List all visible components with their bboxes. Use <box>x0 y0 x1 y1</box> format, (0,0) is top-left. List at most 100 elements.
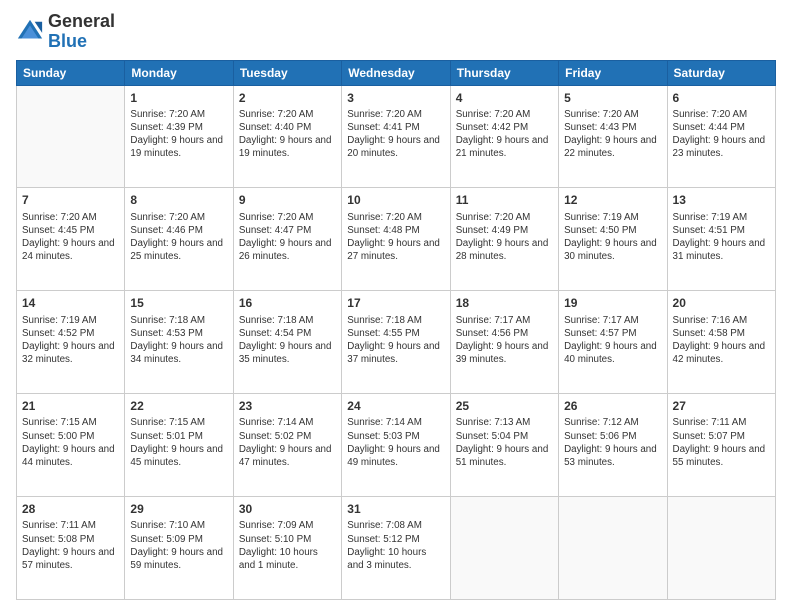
calendar-day-cell: 13 Sunrise: 7:19 AMSunset: 4:51 PMDayligh… <box>667 188 775 291</box>
calendar-day-cell: 28 Sunrise: 7:11 AMSunset: 5:08 PMDayligh… <box>17 497 125 600</box>
day-number: 19 <box>564 295 661 311</box>
day-info: Sunrise: 7:20 AMSunset: 4:46 PMDaylight:… <box>130 211 227 264</box>
calendar-day-cell: 17 Sunrise: 7:18 AMSunset: 4:55 PMDayligh… <box>342 291 450 394</box>
calendar-day-cell: 1 Sunrise: 7:20 AMSunset: 4:39 PMDaylight… <box>125 85 233 188</box>
day-number: 25 <box>456 398 553 414</box>
calendar-day-cell: 20 Sunrise: 7:16 AMSunset: 4:58 PMDayligh… <box>667 291 775 394</box>
day-number: 6 <box>673 90 770 106</box>
day-info: Sunrise: 7:14 AMSunset: 5:03 PMDaylight:… <box>347 416 444 469</box>
calendar-day-cell: 12 Sunrise: 7:19 AMSunset: 4:50 PMDayligh… <box>559 188 667 291</box>
day-info: Sunrise: 7:18 AMSunset: 4:53 PMDaylight:… <box>130 314 227 367</box>
day-info: Sunrise: 7:11 AMSunset: 5:07 PMDaylight:… <box>673 416 770 469</box>
day-info: Sunrise: 7:18 AMSunset: 4:54 PMDaylight:… <box>239 314 336 367</box>
weekday-header-row: SundayMondayTuesdayWednesdayThursdayFrid… <box>17 60 776 85</box>
day-info: Sunrise: 7:19 AMSunset: 4:50 PMDaylight:… <box>564 211 661 264</box>
calendar-week-row: 28 Sunrise: 7:11 AMSunset: 5:08 PMDayligh… <box>17 497 776 600</box>
calendar-day-cell: 10 Sunrise: 7:20 AMSunset: 4:48 PMDayligh… <box>342 188 450 291</box>
calendar-day-cell <box>667 497 775 600</box>
logo-icon <box>16 18 44 46</box>
day-number: 8 <box>130 192 227 208</box>
day-number: 11 <box>456 192 553 208</box>
day-number: 28 <box>22 501 119 517</box>
calendar-day-cell: 11 Sunrise: 7:20 AMSunset: 4:49 PMDayligh… <box>450 188 558 291</box>
day-info: Sunrise: 7:17 AMSunset: 4:56 PMDaylight:… <box>456 314 553 367</box>
calendar-day-cell: 31 Sunrise: 7:08 AMSunset: 5:12 PMDayligh… <box>342 497 450 600</box>
calendar-day-cell: 23Sunrise: 7:14 AMSunset: 5:02 PMDayligh… <box>233 394 341 497</box>
page: General Blue SundayMondayTuesdayWednesda… <box>0 0 792 612</box>
calendar-day-cell: 2Sunrise: 7:20 AMSunset: 4:40 PMDaylight… <box>233 85 341 188</box>
weekday-header-sunday: Sunday <box>17 60 125 85</box>
calendar-day-cell: 6 Sunrise: 7:20 AMSunset: 4:44 PMDaylight… <box>667 85 775 188</box>
day-number: 3 <box>347 90 444 106</box>
calendar-day-cell: 9 Sunrise: 7:20 AMSunset: 4:47 PMDaylight… <box>233 188 341 291</box>
calendar-table: SundayMondayTuesdayWednesdayThursdayFrid… <box>16 60 776 600</box>
day-number: 1 <box>130 90 227 106</box>
header: General Blue <box>16 12 776 52</box>
day-info: Sunrise: 7:12 AMSunset: 5:06 PMDaylight:… <box>564 416 661 469</box>
day-info: Sunrise: 7:08 AMSunset: 5:12 PMDaylight:… <box>347 519 444 572</box>
day-number: 12 <box>564 192 661 208</box>
day-number: 30 <box>239 501 336 517</box>
day-number: 21 <box>22 398 119 414</box>
weekday-header-friday: Friday <box>559 60 667 85</box>
day-info: Sunrise: 7:10 AMSunset: 5:09 PMDaylight:… <box>130 519 227 572</box>
calendar-day-cell: 3 Sunrise: 7:20 AMSunset: 4:41 PMDaylight… <box>342 85 450 188</box>
day-info: Sunrise: 7:20 AMSunset: 4:47 PMDaylight:… <box>239 211 336 264</box>
weekday-header-monday: Monday <box>125 60 233 85</box>
day-number: 29 <box>130 501 227 517</box>
day-info: Sunrise: 7:17 AMSunset: 4:57 PMDaylight:… <box>564 314 661 367</box>
day-info: Sunrise: 7:19 AMSunset: 4:52 PMDaylight:… <box>22 314 119 367</box>
calendar-day-cell: 26 Sunrise: 7:12 AMSunset: 5:06 PMDayligh… <box>559 394 667 497</box>
calendar-week-row: 1 Sunrise: 7:20 AMSunset: 4:39 PMDaylight… <box>17 85 776 188</box>
calendar-day-cell: 7 Sunrise: 7:20 AMSunset: 4:45 PMDaylight… <box>17 188 125 291</box>
day-number: 26 <box>564 398 661 414</box>
day-info: Sunrise: 7:18 AMSunset: 4:55 PMDaylight:… <box>347 314 444 367</box>
day-info: Sunrise: 7:20 AMSunset: 4:41 PMDaylight:… <box>347 108 444 161</box>
day-number: 13 <box>673 192 770 208</box>
day-number: 7 <box>22 192 119 208</box>
calendar-day-cell: 4Sunrise: 7:20 AMSunset: 4:42 PMDaylight… <box>450 85 558 188</box>
calendar-day-cell: 14Sunrise: 7:19 AMSunset: 4:52 PMDayligh… <box>17 291 125 394</box>
calendar-day-cell: 19 Sunrise: 7:17 AMSunset: 4:57 PMDayligh… <box>559 291 667 394</box>
day-info: Sunrise: 7:19 AMSunset: 4:51 PMDaylight:… <box>673 211 770 264</box>
day-info: Sunrise: 7:20 AMSunset: 4:44 PMDaylight:… <box>673 108 770 161</box>
calendar-day-cell <box>450 497 558 600</box>
day-number: 5 <box>564 90 661 106</box>
calendar-day-cell: 29 Sunrise: 7:10 AMSunset: 5:09 PMDayligh… <box>125 497 233 600</box>
logo: General Blue <box>16 12 115 52</box>
calendar-day-cell: 22 Sunrise: 7:15 AMSunset: 5:01 PMDayligh… <box>125 394 233 497</box>
calendar-day-cell: 27Sunrise: 7:11 AMSunset: 5:07 PMDayligh… <box>667 394 775 497</box>
weekday-header-wednesday: Wednesday <box>342 60 450 85</box>
day-number: 9 <box>239 192 336 208</box>
day-number: 22 <box>130 398 227 414</box>
day-info: Sunrise: 7:20 AMSunset: 4:43 PMDaylight:… <box>564 108 661 161</box>
weekday-header-thursday: Thursday <box>450 60 558 85</box>
day-info: Sunrise: 7:16 AMSunset: 4:58 PMDaylight:… <box>673 314 770 367</box>
calendar-day-cell: 30 Sunrise: 7:09 AMSunset: 5:10 PMDayligh… <box>233 497 341 600</box>
day-info: Sunrise: 7:20 AMSunset: 4:49 PMDaylight:… <box>456 211 553 264</box>
day-number: 2 <box>239 90 336 106</box>
calendar-day-cell <box>17 85 125 188</box>
calendar-week-row: 21 Sunrise: 7:15 AMSunset: 5:00 PMDayligh… <box>17 394 776 497</box>
day-info: Sunrise: 7:20 AMSunset: 4:39 PMDaylight:… <box>130 108 227 161</box>
day-number: 20 <box>673 295 770 311</box>
logo-text: General Blue <box>48 12 115 52</box>
calendar-day-cell: 15Sunrise: 7:18 AMSunset: 4:53 PMDayligh… <box>125 291 233 394</box>
weekday-header-saturday: Saturday <box>667 60 775 85</box>
calendar-week-row: 7 Sunrise: 7:20 AMSunset: 4:45 PMDaylight… <box>17 188 776 291</box>
day-number: 10 <box>347 192 444 208</box>
calendar-day-cell: 18Sunrise: 7:17 AMSunset: 4:56 PMDayligh… <box>450 291 558 394</box>
day-info: Sunrise: 7:14 AMSunset: 5:02 PMDaylight:… <box>239 416 336 469</box>
day-number: 31 <box>347 501 444 517</box>
calendar-day-cell: 5 Sunrise: 7:20 AMSunset: 4:43 PMDaylight… <box>559 85 667 188</box>
day-info: Sunrise: 7:09 AMSunset: 5:10 PMDaylight:… <box>239 519 336 572</box>
day-number: 17 <box>347 295 444 311</box>
day-info: Sunrise: 7:20 AMSunset: 4:48 PMDaylight:… <box>347 211 444 264</box>
day-info: Sunrise: 7:15 AMSunset: 5:00 PMDaylight:… <box>22 416 119 469</box>
weekday-header-tuesday: Tuesday <box>233 60 341 85</box>
day-info: Sunrise: 7:11 AMSunset: 5:08 PMDaylight:… <box>22 519 119 572</box>
calendar-day-cell: 16Sunrise: 7:18 AMSunset: 4:54 PMDayligh… <box>233 291 341 394</box>
day-info: Sunrise: 7:20 AMSunset: 4:45 PMDaylight:… <box>22 211 119 264</box>
day-info: Sunrise: 7:15 AMSunset: 5:01 PMDaylight:… <box>130 416 227 469</box>
calendar-week-row: 14Sunrise: 7:19 AMSunset: 4:52 PMDayligh… <box>17 291 776 394</box>
